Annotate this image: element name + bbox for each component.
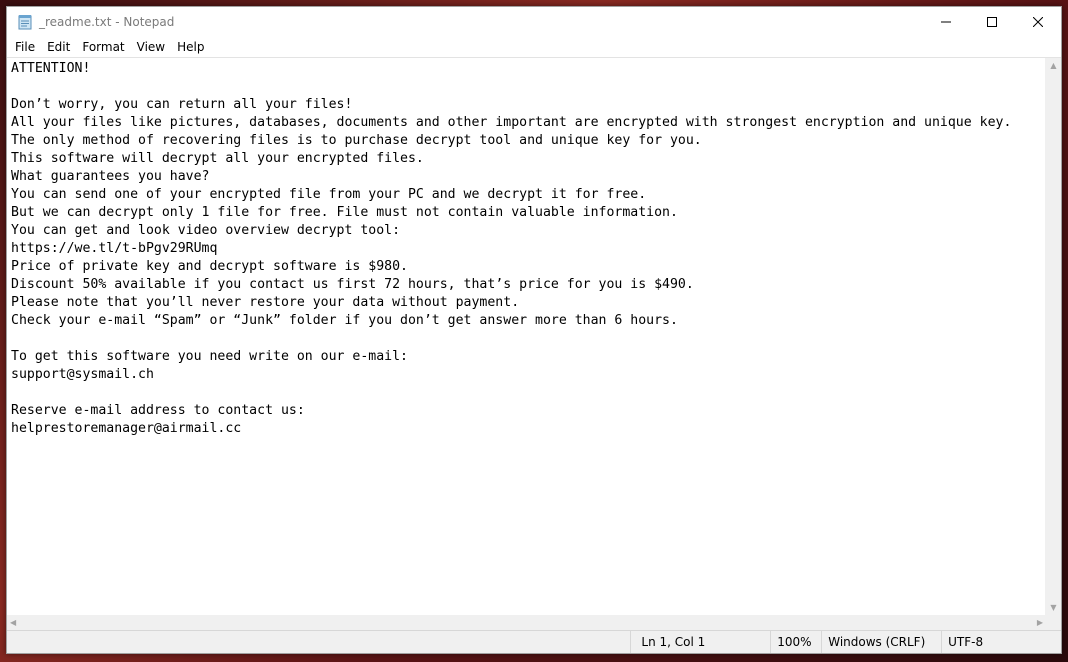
encoding: UTF-8 bbox=[941, 631, 1061, 653]
menu-view[interactable]: View bbox=[131, 37, 171, 57]
cursor-position: Ln 1, Col 1 bbox=[630, 631, 770, 653]
scroll-up-icon[interactable]: ▲ bbox=[1046, 61, 1061, 70]
window-title: _readme.txt - Notepad bbox=[39, 15, 175, 29]
menu-file[interactable]: File bbox=[9, 37, 41, 57]
menu-bar: File Edit Format View Help bbox=[7, 37, 1061, 57]
menu-help[interactable]: Help bbox=[171, 37, 210, 57]
menu-edit[interactable]: Edit bbox=[41, 37, 76, 57]
maximize-button[interactable] bbox=[969, 7, 1015, 37]
notepad-window: _readme.txt - Notepad File Edit Format V… bbox=[6, 6, 1062, 654]
maximize-icon bbox=[987, 17, 997, 27]
title-bar[interactable]: _readme.txt - Notepad bbox=[7, 7, 1061, 37]
scroll-left-icon[interactable]: ◀ bbox=[10, 615, 16, 630]
status-bar: Ln 1, Col 1 100% Windows (CRLF) UTF-8 bbox=[7, 630, 1061, 653]
notepad-icon bbox=[17, 14, 33, 30]
minimize-button[interactable] bbox=[923, 7, 969, 37]
close-button[interactable] bbox=[1015, 7, 1061, 37]
scroll-down-icon[interactable]: ▼ bbox=[1046, 603, 1061, 612]
scroll-right-icon[interactable]: ▶ bbox=[1037, 615, 1043, 630]
editor-area: ATTENTION! Don’t worry, you can return a… bbox=[7, 57, 1061, 615]
close-icon bbox=[1033, 17, 1043, 27]
scrollbar-corner bbox=[1046, 615, 1061, 630]
line-ending: Windows (CRLF) bbox=[821, 631, 941, 653]
vertical-scrollbar[interactable]: ▲ ▼ bbox=[1045, 58, 1061, 615]
zoom-level: 100% bbox=[770, 631, 821, 653]
horizontal-scrollbar[interactable]: ◀ ▶ bbox=[7, 615, 1046, 630]
text-editor[interactable]: ATTENTION! Don’t worry, you can return a… bbox=[7, 58, 1045, 615]
minimize-icon bbox=[941, 21, 951, 23]
menu-format[interactable]: Format bbox=[76, 37, 130, 57]
